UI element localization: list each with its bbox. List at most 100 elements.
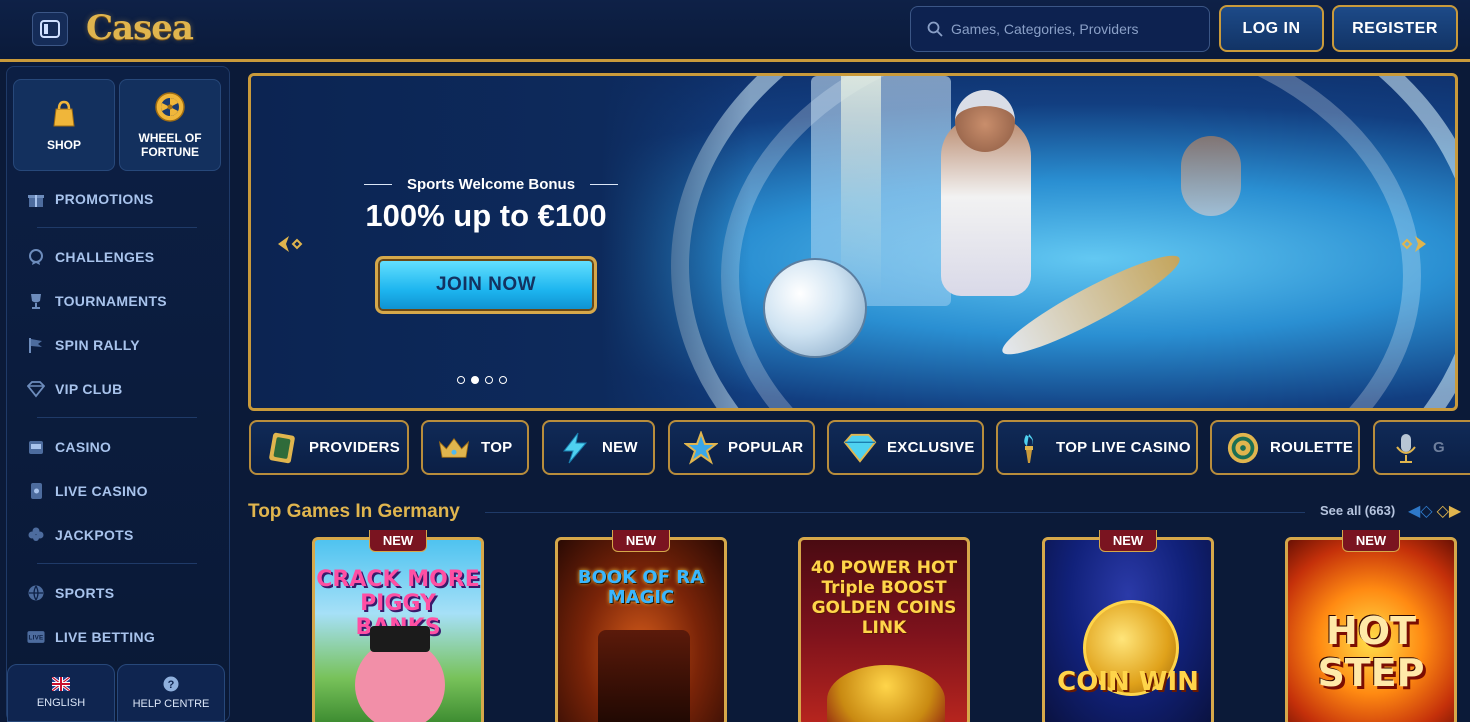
sidebar-item-tournaments[interactable]: TOURNAMENTS (27, 289, 167, 313)
see-all-link[interactable]: See all (663) (1320, 503, 1395, 518)
sidebar-item-label: CHALLENGES (55, 249, 155, 265)
torch-icon (1012, 431, 1046, 465)
section-title: Top Games In Germany (248, 501, 460, 522)
help-label: HELP CENTRE (132, 698, 210, 710)
sidebar-item-label: PROMOTIONS (55, 191, 154, 207)
diamond-icon (27, 380, 45, 398)
new-badge: NEW (1099, 530, 1157, 552)
casea-logo[interactable]: Casea (86, 8, 194, 48)
game-title: BOOK OF RA MAGIC (577, 567, 705, 608)
trophy-icon (27, 292, 45, 310)
sidebar-item-label: CASINO (55, 439, 112, 455)
sidebar-item-label: TOURNAMENTS (55, 293, 167, 309)
ball-icon (27, 584, 45, 602)
sidebar-item-jackpots[interactable]: JACKPOTS (27, 523, 134, 547)
pig-character-image (355, 640, 445, 722)
surfer-head-image (955, 90, 1015, 152)
sidebar-tile-label: SHOP (46, 138, 81, 152)
language-selector[interactable]: ENGLISH (7, 664, 115, 722)
sidebar-item-label: LIVE CASINO (55, 483, 148, 499)
pagination-dot[interactable] (485, 376, 493, 384)
game-card[interactable]: 40 POWER HOT Triple BOOST GOLDEN COINS L… (798, 537, 970, 722)
sidebar-item-challenges[interactable]: CHALLENGES (27, 245, 154, 269)
microphone-icon (1389, 431, 1423, 465)
banner-title: 100% up to €100 (365, 198, 607, 233)
medal-icon (27, 248, 45, 266)
category-top-live-casino[interactable]: TOP LIVE CASINO (996, 420, 1198, 475)
carousel-next-icon[interactable]: ◇▶ (1437, 501, 1462, 521)
sidebar-divider (37, 563, 197, 564)
category-label: TOP (481, 439, 513, 456)
search-input[interactable] (951, 21, 1191, 37)
star-icon (684, 430, 718, 465)
game-card[interactable]: CRACK MORE PIGGY BANKS (312, 537, 484, 722)
live-icon: LIVE (27, 628, 45, 646)
game-card[interactable]: COIN WIN (1042, 537, 1214, 722)
search-icon (927, 21, 943, 37)
category-roulette[interactable]: ROULETTE (1210, 420, 1360, 475)
category-popular[interactable]: POPULAR (668, 420, 815, 475)
help-centre-button[interactable]: ? HELP CENTRE (117, 664, 225, 722)
sidebar-item-casino[interactable]: CASINO (27, 435, 111, 459)
category-exclusive[interactable]: EXCLUSIVE (827, 420, 984, 475)
banner-next-arrow[interactable] (1399, 233, 1429, 255)
game-card[interactable]: BOOK OF RA MAGIC (555, 537, 727, 722)
sidebar-item-spin-rally[interactable]: SPIN RALLY (27, 333, 140, 357)
slot-machine-icon (27, 438, 45, 456)
game-title: COIN WIN (1057, 667, 1199, 697)
arrow-right-icon (1401, 236, 1426, 252)
sidebar-item-live-betting[interactable]: LIVE LIVE BETTING (27, 625, 155, 649)
new-badge: NEW (612, 530, 670, 552)
sidebar-tile-shop[interactable]: SHOP (13, 79, 115, 171)
new-badge: NEW (369, 530, 427, 552)
category-label: TOP LIVE CASINO (1056, 439, 1191, 456)
diamond-icon (843, 431, 877, 465)
category-partial[interactable]: G (1373, 420, 1470, 475)
sidebar-item-vip-club[interactable]: VIP CLUB (27, 377, 123, 401)
sidebar-item-live-casino[interactable]: LIVE CASINO (27, 479, 148, 503)
banner-pagination (457, 376, 507, 384)
sidebar-item-label: JACKPOTS (55, 527, 134, 543)
category-label: PROVIDERS (309, 439, 401, 456)
sidebar-item-label: VIP CLUB (55, 381, 123, 397)
arrow-left-icon (278, 236, 303, 252)
sidebar-item-sports[interactable]: SPORTS (27, 581, 114, 605)
promo-banner[interactable]: Sports Welcome Bonus 100% up to €100 JOI… (248, 73, 1458, 411)
carousel-arrows: ◀◇ ◇▶ (1408, 501, 1461, 521)
shopping-bag-icon (53, 100, 75, 127)
football-image (763, 258, 867, 358)
game-title: 40 POWER HOT Triple BOOST GOLDEN COINS L… (810, 558, 958, 638)
sidebar-toggle-button[interactable] (32, 12, 68, 46)
category-label: G (1433, 439, 1445, 456)
category-providers[interactable]: PROVIDERS (249, 420, 409, 475)
category-new[interactable]: NEW (542, 420, 655, 475)
help-icon: ? (163, 676, 179, 692)
crown-icon (437, 431, 471, 465)
sidebar-tile-label: WHEEL OF FORTUNE (138, 131, 202, 159)
language-label: ENGLISH (36, 697, 86, 709)
carousel-prev-icon[interactable]: ◀◇ (1408, 501, 1433, 521)
game-card[interactable]: HOT STEP (1285, 537, 1457, 722)
sidebar-tile-wheel-of-fortune[interactable]: WHEEL OF FORTUNE (119, 79, 221, 171)
banner-subtitle: Sports Welcome Bonus (356, 176, 626, 193)
pagination-dot[interactable] (457, 376, 465, 384)
svg-text:?: ? (168, 679, 175, 691)
sidebar-divider (37, 417, 197, 418)
banner-text-area (251, 76, 751, 408)
register-button[interactable]: REGISTER (1332, 5, 1458, 52)
banner-prev-arrow[interactable] (275, 233, 305, 255)
wheel-icon (155, 92, 185, 122)
flag-icon (27, 336, 45, 354)
clover-icon (27, 526, 45, 544)
new-badge: NEW (1342, 530, 1400, 552)
category-top[interactable]: TOP (421, 420, 529, 475)
pagination-dot[interactable] (499, 376, 507, 384)
card-icon (265, 431, 299, 465)
join-now-button[interactable]: JOIN NOW (375, 256, 597, 314)
pagination-dot-active[interactable] (471, 376, 479, 384)
game-title: HOT STEP (1317, 609, 1425, 695)
sidebar-item-promotions[interactable]: PROMOTIONS (27, 187, 154, 211)
category-label: EXCLUSIVE (887, 439, 975, 456)
search-box[interactable] (910, 6, 1210, 52)
login-button[interactable]: LOG IN (1219, 5, 1324, 52)
